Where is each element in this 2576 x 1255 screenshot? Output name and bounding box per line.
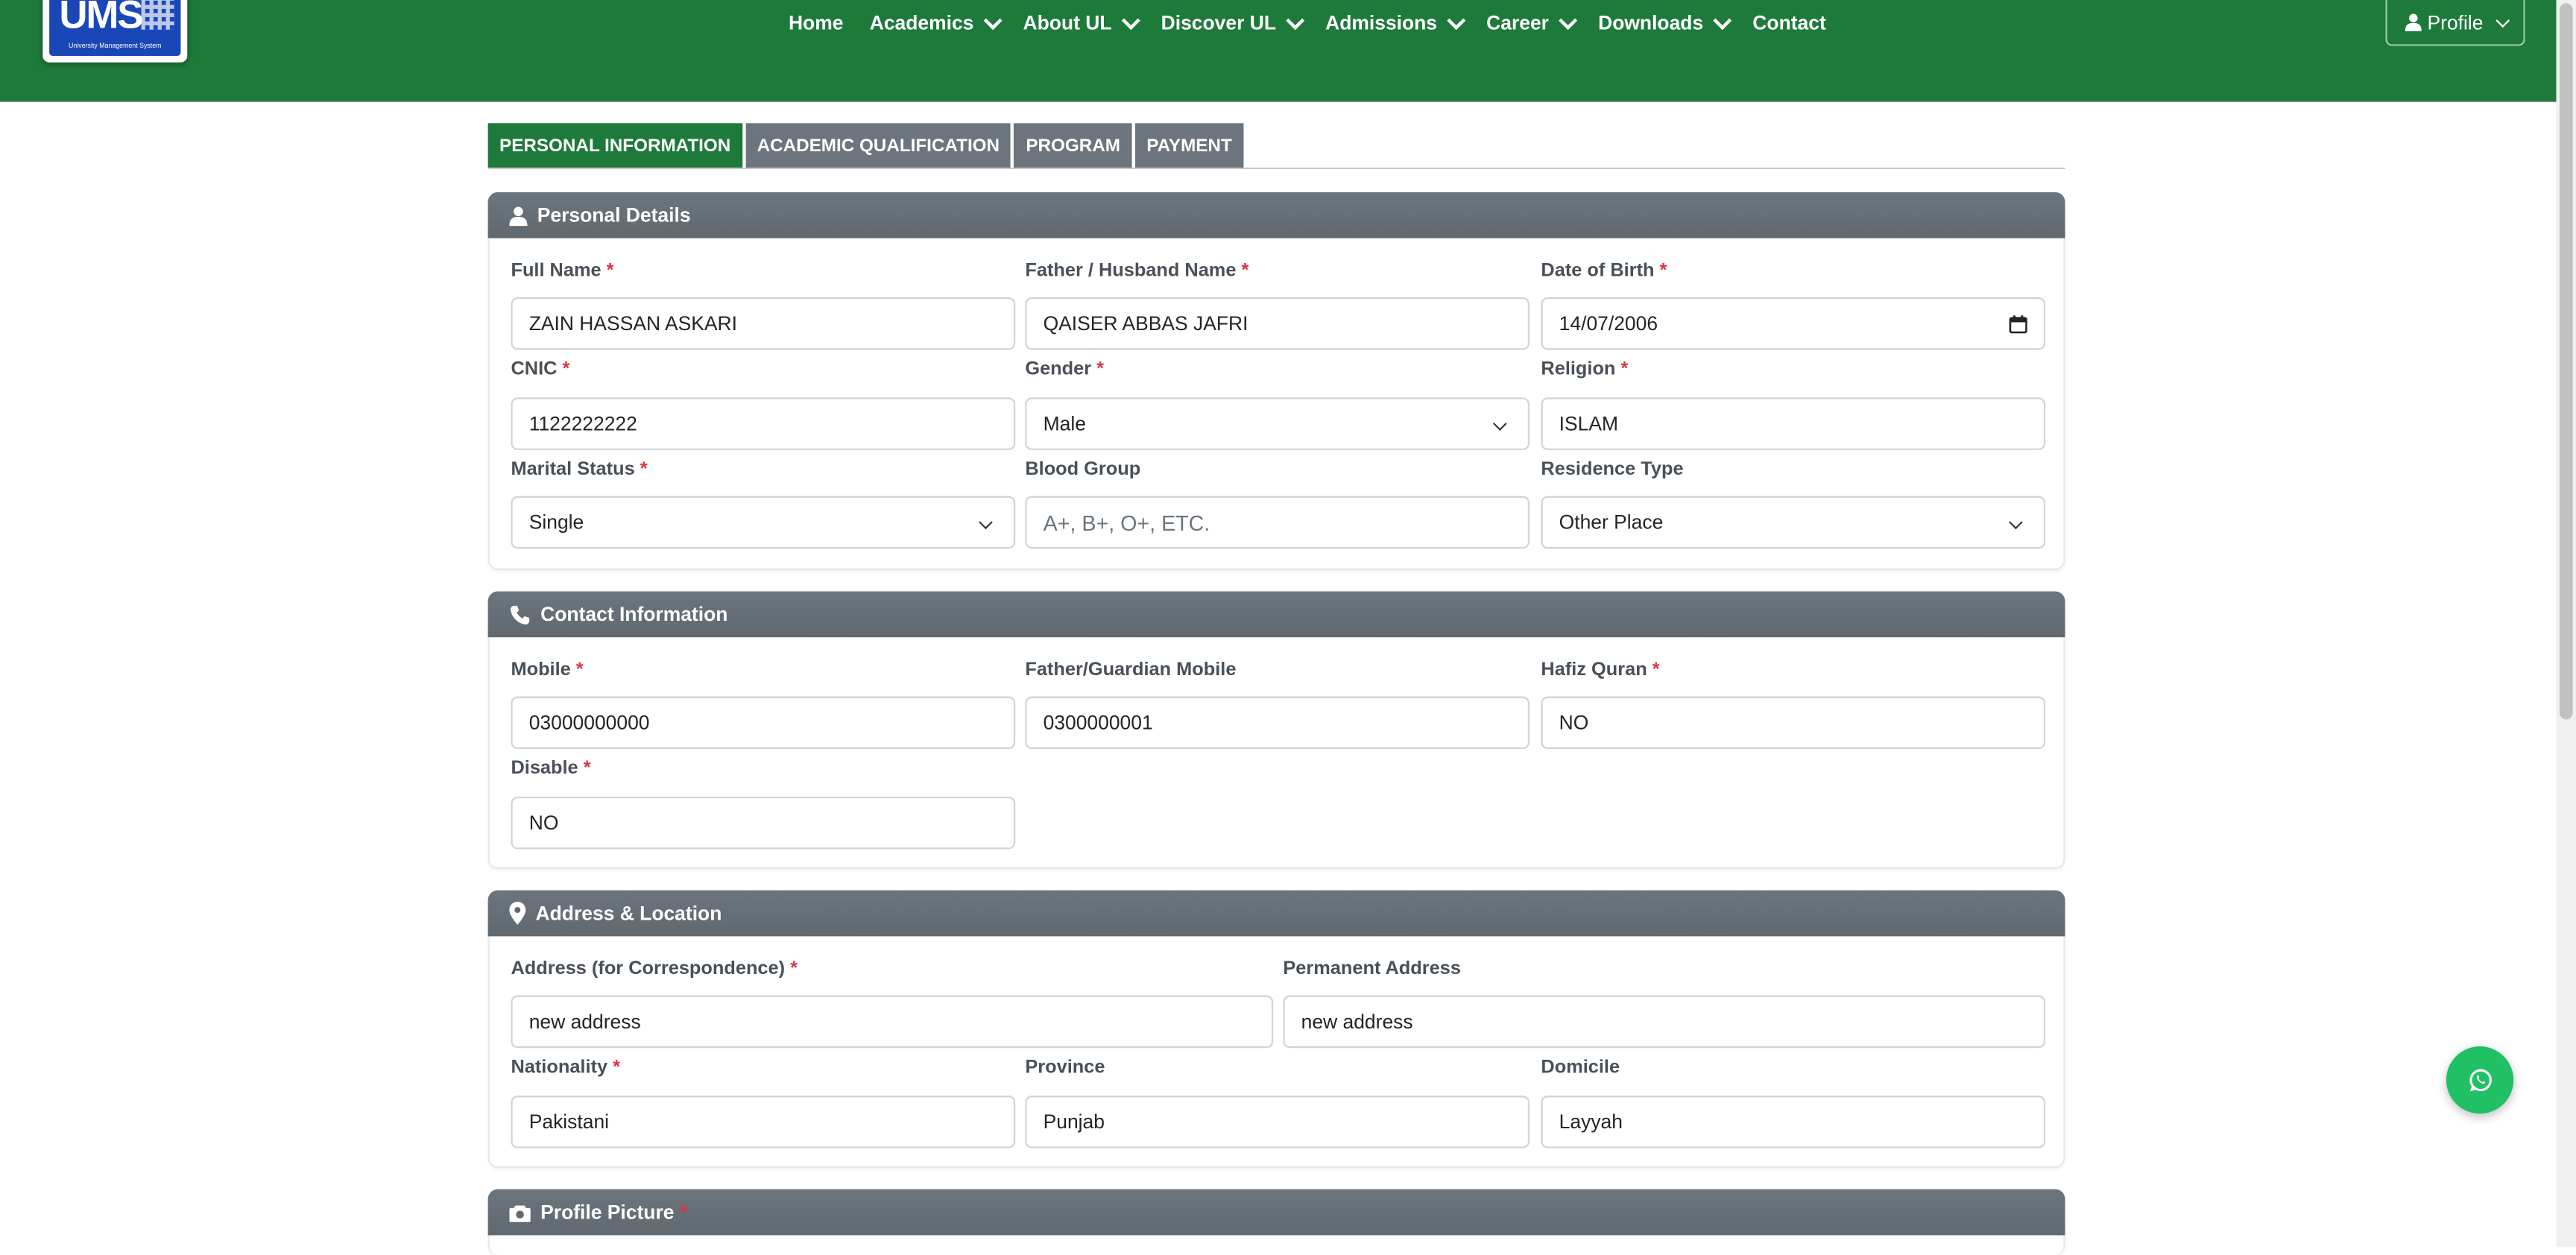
- permanent-address-label: Permanent Address: [1283, 959, 1461, 979]
- guardian-mobile-label: Father/Guardian Mobile: [1025, 660, 1237, 680]
- province-input[interactable]: Punjab: [1025, 1096, 1530, 1148]
- correspondence-address-label: Address (for Correspondence) *: [511, 959, 798, 979]
- mobile-label: Mobile *: [511, 660, 584, 680]
- guardian-mobile-input[interactable]: 0300000001: [1025, 696, 1530, 750]
- hafiz-quran-input[interactable]: NO: [1541, 696, 2046, 750]
- map-pin-icon: [509, 902, 526, 925]
- marital-status-select[interactable]: Single: [511, 496, 1016, 549]
- scrollbar-thumb[interactable]: [2559, 3, 2573, 720]
- father-name-input[interactable]: QAISER ABBAS JAFRI: [1025, 297, 1530, 350]
- chevron-down-icon: [1712, 11, 1731, 31]
- province-label: Province: [1025, 1058, 1105, 1078]
- chevron-down-icon: [983, 11, 1003, 31]
- dob-label: Date of Birth *: [1541, 261, 1667, 281]
- religion-input[interactable]: ISLAM: [1541, 397, 2046, 450]
- chevron-down-icon: [1446, 11, 1465, 31]
- nav-contact[interactable]: Contact: [1752, 11, 1825, 34]
- religion-label: Religion *: [1541, 359, 1629, 380]
- correspondence-address-input[interactable]: new address: [511, 995, 1274, 1049]
- cnic-label: CNIC *: [511, 359, 570, 380]
- tab-academic-qualification[interactable]: ACADEMIC QUALIFICATION: [745, 123, 1011, 170]
- contact-information-header: Contact Information: [487, 591, 2065, 638]
- father-name-label: Father / Husband Name *: [1025, 261, 1249, 281]
- full-name-input[interactable]: ZAIN HASSAN ASKARI: [511, 297, 1016, 350]
- address-location-header: Address & Location: [487, 890, 2065, 937]
- hafiz-quran-label: Hafiz Quran *: [1541, 660, 1660, 680]
- dob-input[interactable]: 14/07/2006: [1541, 297, 2046, 350]
- mobile-input[interactable]: 03000000000: [511, 696, 1016, 750]
- nav-home[interactable]: Home: [789, 11, 843, 34]
- main-nav: Home Academics About UL Discover UL Admi…: [789, 10, 1852, 36]
- nav-academics[interactable]: Academics: [870, 11, 1003, 34]
- personal-details-header: Personal Details: [487, 192, 2065, 238]
- chevron-down-icon: [1285, 11, 1304, 31]
- full-name-label: Full Name *: [511, 261, 614, 281]
- domicile-label: Domicile: [1541, 1058, 1620, 1078]
- form-tabs: PERSONAL INFORMATION ACADEMIC QUALIFICAT…: [487, 123, 1247, 170]
- nav-career[interactable]: Career: [1486, 11, 1577, 34]
- nav-downloads[interactable]: Downloads: [1598, 11, 1731, 34]
- profile-picture-card: Profile Picture *: [487, 1189, 2065, 1255]
- nav-about[interactable]: About UL: [1023, 11, 1140, 34]
- blood-group-input[interactable]: A+, B+, O+, ETC.: [1025, 496, 1530, 549]
- address-location-card: Address & Location Address (for Correspo…: [487, 890, 2065, 1169]
- chevron-down-icon: [1558, 11, 1577, 31]
- permanent-address-input[interactable]: new address: [1283, 995, 2046, 1049]
- phone-icon: [511, 604, 530, 624]
- user-icon: [2405, 13, 2422, 31]
- whatsapp-chat-button[interactable]: [2446, 1046, 2514, 1114]
- cnic-input[interactable]: 1122222222: [511, 397, 1016, 450]
- logo-subtitle: University Management System: [69, 41, 162, 50]
- personal-details-card: Personal Details Full Name * ZAIN HASSAN…: [487, 192, 2065, 570]
- user-icon: [509, 206, 528, 226]
- tab-payment[interactable]: PAYMENT: [1134, 123, 1244, 170]
- nav-discover[interactable]: Discover UL: [1161, 11, 1304, 34]
- top-navbar: UMS University Management System Home Ac…: [0, 0, 2557, 102]
- disable-label: Disable *: [511, 759, 591, 779]
- calendar-icon[interactable]: [2009, 315, 2027, 334]
- blood-group-label: Blood Group: [1025, 460, 1141, 480]
- nationality-input[interactable]: Pakistani: [511, 1096, 1016, 1148]
- tab-program[interactable]: PROGRAM: [1014, 123, 1132, 170]
- chevron-down-icon: [2009, 515, 2023, 530]
- camera-icon: [509, 1204, 531, 1221]
- marital-status-label: Marital Status *: [511, 460, 648, 480]
- tabs-divider: [487, 167, 2065, 170]
- logo-text: UMS: [59, 0, 143, 38]
- logo-pattern-icon: [141, 0, 174, 30]
- contact-information-card: Contact Information Mobile * 03000000000…: [487, 591, 2065, 869]
- profile-picture-header: Profile Picture *: [487, 1189, 2065, 1236]
- nav-admissions[interactable]: Admissions: [1325, 11, 1465, 34]
- nationality-label: Nationality *: [511, 1058, 621, 1078]
- chevron-down-icon: [2495, 13, 2509, 27]
- gender-select[interactable]: Male: [1025, 397, 1530, 450]
- residence-type-select[interactable]: Other Place: [1541, 496, 2046, 549]
- chevron-down-icon: [1121, 11, 1140, 31]
- profile-dropdown-button[interactable]: Profile: [2385, 0, 2525, 46]
- gender-label: Gender *: [1025, 359, 1105, 380]
- tab-personal-information[interactable]: PERSONAL INFORMATION: [487, 123, 742, 170]
- disable-input[interactable]: NO: [511, 796, 1016, 850]
- chevron-down-icon: [1492, 417, 1507, 431]
- whatsapp-icon: [2469, 1068, 2491, 1091]
- chevron-down-icon: [979, 515, 993, 530]
- domicile-input[interactable]: Layyah: [1541, 1096, 2046, 1148]
- site-logo[interactable]: UMS University Management System: [42, 0, 188, 63]
- residence-type-label: Residence Type: [1541, 460, 1684, 480]
